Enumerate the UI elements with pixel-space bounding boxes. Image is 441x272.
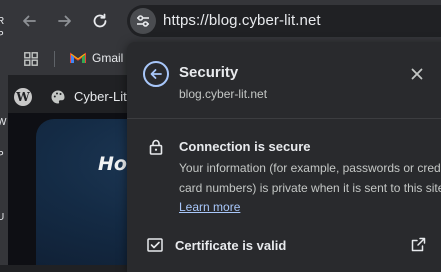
gmail-icon	[70, 52, 86, 63]
close-icon[interactable]	[409, 66, 425, 82]
background-text: P	[0, 150, 4, 161]
reload-icon[interactable]	[87, 8, 113, 34]
url-text[interactable]: https://blog.cyber-lit.net	[163, 12, 321, 29]
bookmark-label: Gmail	[92, 51, 124, 65]
background-window-edge: R P W P U I	[0, 0, 8, 265]
tune-icon	[137, 15, 149, 27]
back-button[interactable]	[143, 61, 169, 87]
apps-grid-icon[interactable]	[24, 52, 38, 71]
background-text: P	[0, 30, 4, 41]
lock-icon	[149, 139, 163, 160]
site-info-button[interactable]	[130, 8, 156, 34]
popup-title: Security	[179, 64, 239, 81]
background-text: R	[0, 16, 5, 27]
popup-domain: blog.cyber-lit.net	[179, 87, 268, 101]
palette-icon	[50, 89, 66, 110]
learn-more-link[interactable]: Learn more	[179, 200, 240, 214]
connection-text: Your information (for example, passwords…	[179, 161, 441, 195]
security-popup: Security blog.cyber-lit.net Connection i…	[127, 42, 441, 272]
background-text: W	[0, 117, 7, 128]
bookmark-gmail[interactable]: Gmail	[70, 51, 123, 65]
back-arrow-icon[interactable]	[16, 8, 42, 34]
address-bar[interactable]: https://blog.cyber-lit.net	[127, 5, 441, 37]
tab-title[interactable]: Cyber-Lit	[74, 89, 127, 104]
divider	[127, 118, 441, 119]
forward-arrow-icon[interactable]	[52, 8, 78, 34]
connection-status-title: Connection is secure	[179, 139, 311, 154]
bookmark-separator	[54, 51, 55, 67]
wordpress-icon[interactable]: W	[14, 88, 32, 106]
background-text: U	[0, 212, 5, 223]
certificate-icon	[147, 238, 163, 257]
connection-description: Your information (for example, passwords…	[179, 159, 441, 218]
certificate-valid-item[interactable]: Certificate is valid	[175, 238, 286, 253]
browser-toolbar: https://blog.cyber-lit.net	[8, 0, 441, 43]
external-link-icon[interactable]	[411, 237, 426, 257]
back-arrow-icon	[150, 69, 162, 79]
